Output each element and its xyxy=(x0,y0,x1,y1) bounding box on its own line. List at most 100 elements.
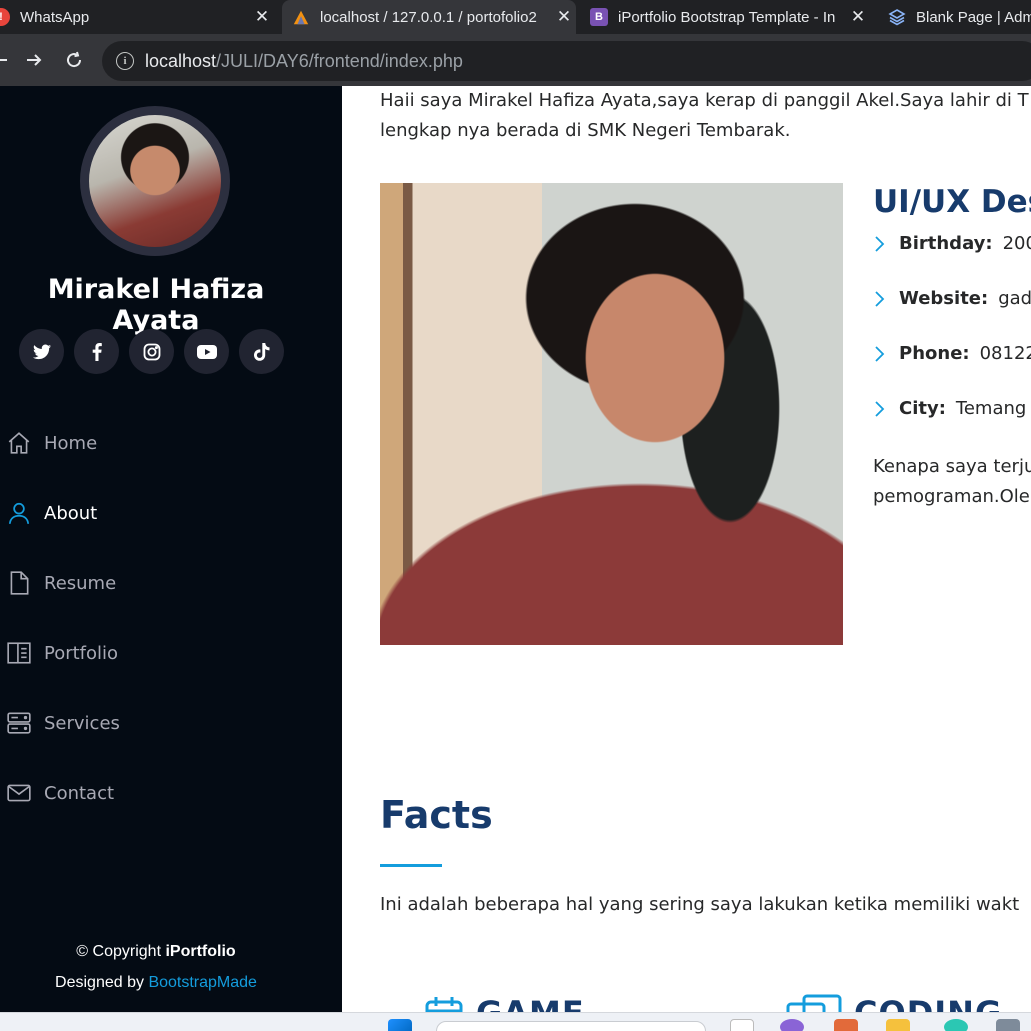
file-icon xyxy=(10,571,29,595)
about-intro: Haii saya Mirakel Hafiza Ayata,saya kera… xyxy=(380,86,1031,146)
detail-label: Birthday: xyxy=(899,233,993,254)
chevron-right-icon xyxy=(875,400,885,417)
side-nav: Home About Resume Portfolio Services Con… xyxy=(0,408,342,828)
detail-label: City: xyxy=(899,398,946,419)
tab-title: iPortfolio Bootstrap Template - In xyxy=(618,8,836,26)
tab-title: localhost / 127.0.0.1 / portofolio2 xyxy=(320,8,537,26)
fact-item-coding: CODING xyxy=(786,994,1002,1012)
person-icon xyxy=(8,502,30,524)
tab-title: WhatsApp xyxy=(20,8,90,26)
tab-title: Blank Page | Adm xyxy=(916,8,1031,26)
window-icon xyxy=(786,994,842,1012)
close-icon[interactable]: ✕ xyxy=(552,7,576,27)
browser-toolbar: i localhost/JULI/DAY6/frontend/index.php xyxy=(0,34,1031,86)
house-icon xyxy=(8,432,30,454)
chevron-right-icon xyxy=(875,345,885,362)
file-explorer-icon[interactable] xyxy=(886,1019,910,1031)
nav-item-resume[interactable]: Resume xyxy=(0,548,342,618)
tiktok-icon xyxy=(253,342,269,361)
detail-value: gad xyxy=(998,288,1031,309)
fact-item-game: GAME xyxy=(424,994,585,1012)
close-icon[interactable]: ✕ xyxy=(846,7,870,27)
nav-label: Contact xyxy=(44,782,115,804)
browser-tab-bar: ! WhatsApp ✕ localhost / 127.0.0.1 / por… xyxy=(0,0,1031,34)
back-button[interactable] xyxy=(0,46,14,74)
book-half-icon xyxy=(7,642,31,664)
envelope-icon xyxy=(7,784,31,802)
whatsapp-icon: ! xyxy=(0,8,10,26)
chevron-right-icon xyxy=(875,290,885,307)
app-icon[interactable] xyxy=(834,1019,858,1031)
tiktok-link[interactable] xyxy=(239,329,284,374)
tab-phpmyadmin[interactable]: localhost / 127.0.0.1 / portofolio2 ✕ xyxy=(282,0,576,34)
main-content: Haii saya Mirakel Hafiza Ayata,saya kera… xyxy=(342,86,1031,1012)
chevron-right-icon xyxy=(875,235,885,252)
detail-value: Temang xyxy=(955,398,1027,419)
avatar xyxy=(80,106,230,256)
os-taskbar xyxy=(0,1012,1031,1031)
tab-iportfolio[interactable]: B iPortfolio Bootstrap Template - In ✕ xyxy=(580,0,870,34)
fact-label: GAME xyxy=(476,994,585,1012)
phpmyadmin-icon xyxy=(292,8,310,26)
address-bar[interactable]: i localhost/JULI/DAY6/frontend/index.php xyxy=(102,41,1031,81)
teams-icon[interactable] xyxy=(780,1019,804,1031)
nav-label: Portfolio xyxy=(44,642,119,664)
facts-description: Ini adalah beberapa hal yang sering saya… xyxy=(380,894,1020,915)
facebook-icon xyxy=(92,342,102,361)
profile-photo xyxy=(380,183,843,645)
copyright-brand: iPortfolio xyxy=(165,943,236,960)
nav-item-services[interactable]: Services xyxy=(0,688,342,758)
nav-item-contact[interactable]: Contact xyxy=(0,758,342,828)
designed-by-link[interactable]: BootstrapMade xyxy=(148,974,257,991)
site-info-icon[interactable]: i xyxy=(116,52,134,70)
detail-phone: Phone: 08122 xyxy=(873,343,1031,364)
nav-item-portfolio[interactable]: Portfolio xyxy=(0,618,342,688)
facebook-link[interactable] xyxy=(74,329,119,374)
reload-button[interactable] xyxy=(60,46,88,74)
twitter-link[interactable] xyxy=(19,329,64,374)
url-text: localhost/JULI/DAY6/frontend/index.php xyxy=(145,50,463,71)
app-icon[interactable] xyxy=(996,1019,1020,1031)
copyright: © Copyright iPortfolio Designed by Boots… xyxy=(0,936,312,998)
detail-value: 200 xyxy=(1002,233,1031,254)
social-links xyxy=(19,329,284,374)
detail-website: Website: gad xyxy=(873,288,1031,309)
job-title: UI/UX Des xyxy=(873,184,1031,220)
nav-item-home[interactable]: Home xyxy=(0,408,342,478)
intro-line: Haii saya Mirakel Hafiza Ayata,saya kera… xyxy=(380,90,1029,111)
calendar-icon xyxy=(425,997,463,1012)
taskbar-search[interactable] xyxy=(436,1021,706,1031)
detail-birthday: Birthday: 200 xyxy=(873,233,1031,254)
instagram-link[interactable] xyxy=(129,329,174,374)
bootstrap-icon: B xyxy=(590,8,608,26)
nav-label: Home xyxy=(44,432,98,454)
nav-label: Resume xyxy=(44,572,117,594)
tab-whatsapp[interactable]: ! WhatsApp ✕ xyxy=(0,0,274,34)
layers-icon xyxy=(888,8,906,26)
instagram-icon xyxy=(143,343,160,360)
taskview-icon[interactable] xyxy=(730,1019,754,1031)
detail-city: City: Temang xyxy=(873,398,1026,419)
server-icon xyxy=(7,712,31,734)
about-why: Kenapa saya terju pemograman.Ole xyxy=(873,452,1031,512)
nav-label: About xyxy=(44,502,98,524)
twitter-icon xyxy=(32,344,51,359)
why-line: Kenapa saya terju xyxy=(873,456,1031,477)
tab-blank-page[interactable]: Blank Page | Adm xyxy=(876,0,1031,34)
intro-line: lengkap nya berada di SMK Negeri Tembara… xyxy=(380,120,791,141)
nav-item-about[interactable]: About xyxy=(0,478,342,548)
nav-label: Services xyxy=(44,712,120,734)
windows-start-icon[interactable] xyxy=(388,1019,412,1031)
youtube-link[interactable] xyxy=(184,329,229,374)
close-icon[interactable]: ✕ xyxy=(250,7,274,27)
designed-by-prefix: Designed by xyxy=(55,974,144,991)
youtube-icon xyxy=(196,344,217,359)
why-line: pemograman.Ole xyxy=(873,486,1030,507)
forward-button[interactable] xyxy=(20,46,48,74)
detail-label: Phone: xyxy=(899,343,970,364)
edge-icon[interactable] xyxy=(944,1019,968,1031)
facts-title: Facts xyxy=(380,793,493,837)
fact-label: CODING xyxy=(854,994,1002,1012)
facts-underline xyxy=(380,864,442,867)
detail-value: 08122 xyxy=(979,343,1031,364)
